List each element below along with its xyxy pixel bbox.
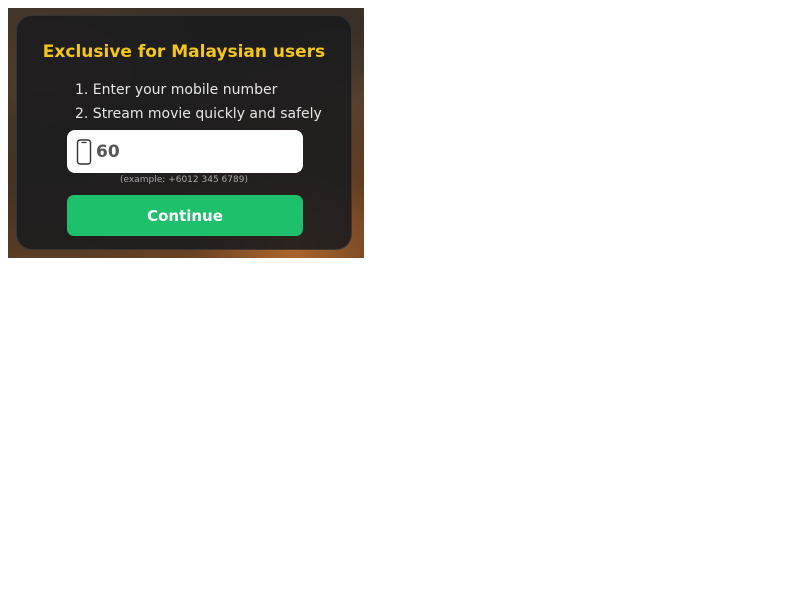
step-item: 2. Stream movie quickly and safely bbox=[75, 106, 322, 122]
step-item: 1. Enter your mobile number bbox=[75, 82, 278, 98]
continue-button[interactable]: Continue bbox=[67, 195, 303, 236]
card-title: Exclusive for Malaysian users bbox=[42, 42, 326, 62]
example-hint: (example: +6012 345 6789) bbox=[120, 175, 248, 185]
signup-card: Exclusive for Malaysian users 1. Enter y… bbox=[16, 15, 352, 250]
phone-number-input[interactable] bbox=[96, 141, 286, 162]
background-image: Exclusive for Malaysian users 1. Enter y… bbox=[8, 8, 364, 258]
steps-list: 1. Enter your mobile number 2. Stream mo… bbox=[75, 78, 335, 126]
phone-field[interactable] bbox=[67, 130, 303, 173]
mobile-phone-icon bbox=[76, 138, 92, 165]
